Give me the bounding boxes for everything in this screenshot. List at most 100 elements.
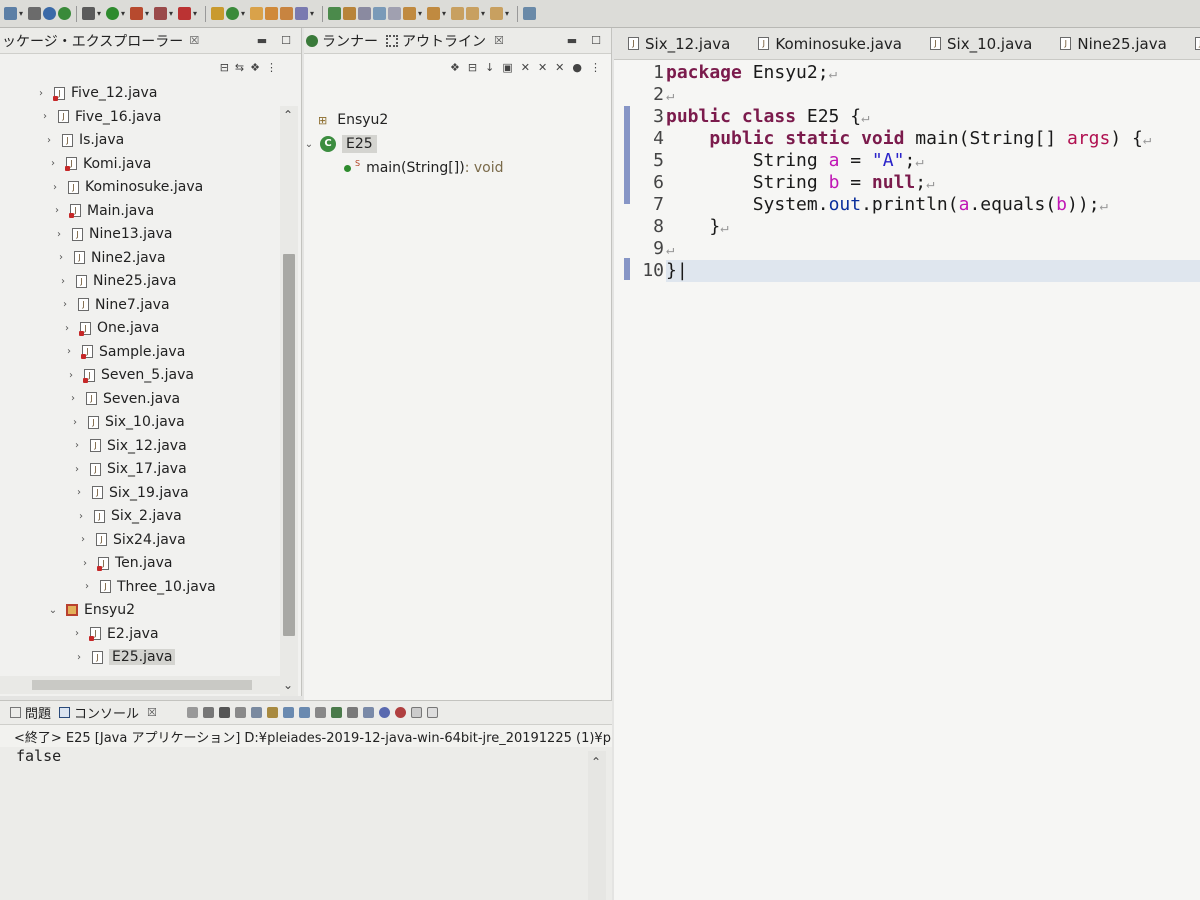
new-icon[interactable] — [4, 7, 17, 20]
mark-occurrences-icon[interactable] — [343, 7, 356, 20]
chevron-right-icon[interactable]: › — [74, 487, 84, 498]
word-wrap-icon[interactable] — [266, 707, 278, 718]
chevron-right-icon[interactable]: › — [66, 370, 76, 381]
hide-local-types-icon[interactable]: ✕ — [555, 61, 564, 74]
stop-icon[interactable] — [178, 7, 191, 20]
tree-item[interactable]: › J Three_10.java — [82, 576, 216, 598]
toggle-breadcrumb-icon[interactable] — [328, 7, 341, 20]
chevron-right-icon[interactable]: › — [70, 417, 80, 428]
scroll-up-icon[interactable]: ⌃ — [591, 755, 601, 769]
search-icon[interactable] — [295, 7, 308, 20]
tab-outline[interactable]: アウトライン — [386, 31, 486, 51]
chevron-right-icon[interactable]: › — [76, 511, 86, 522]
run-last-icon[interactable] — [58, 7, 71, 20]
chevron-right-icon[interactable]: › — [62, 323, 72, 334]
link-with-editor-icon[interactable]: ⇆ — [235, 61, 244, 74]
code-line-current[interactable]: }| — [666, 260, 1200, 282]
code-line[interactable]: public static void main(String[] args) {… — [666, 128, 1200, 150]
tab-problems[interactable]: 問題 — [10, 703, 51, 722]
tree-item[interactable]: › J Five_12.java — [36, 82, 157, 104]
package-explorer-title[interactable]: ッケージ・エクスプローラー — [2, 31, 183, 51]
tab-runner[interactable]: ランナー — [306, 31, 378, 51]
open-console-icon[interactable] — [346, 707, 358, 718]
tree-item[interactable]: › J Seven.java — [68, 388, 180, 410]
chevron-right-icon[interactable]: › — [56, 252, 66, 263]
tree-item[interactable]: › J Five_16.java — [40, 106, 161, 128]
scroll-down-icon[interactable]: ⌄ — [283, 678, 293, 692]
chevron-right-icon[interactable]: › — [80, 558, 90, 569]
hide-static-icon[interactable]: ✕ — [521, 61, 530, 74]
chevron-right-icon[interactable]: › — [68, 393, 78, 404]
collapse-all-icon[interactable]: ⊟ — [468, 61, 477, 74]
chevron-right-icon[interactable]: › — [72, 628, 82, 639]
scrollbar-thumb[interactable] — [283, 254, 295, 636]
tree-item[interactable]: › J Six_2.java — [76, 505, 182, 527]
show-whitespace-icon[interactable] — [388, 7, 401, 20]
outline-class[interactable]: ⌄ C E25 — [304, 132, 377, 156]
save-icon[interactable] — [28, 7, 41, 20]
show-stdout-icon[interactable] — [282, 707, 294, 718]
outline-method[interactable]: S main(String[]) : void — [344, 156, 503, 180]
tree-item[interactable]: › J Ten.java — [80, 552, 172, 574]
editor-tab[interactable]: J Nine25.java — [1046, 28, 1180, 59]
hide-fields-icon[interactable]: ▣ — [502, 61, 512, 74]
chevron-right-icon[interactable]: › — [58, 276, 68, 287]
tree-item[interactable]: › J Nine2.java — [56, 247, 166, 269]
maximize-icon[interactable] — [426, 707, 438, 718]
collapse-all-icon[interactable]: ⊟ — [220, 61, 229, 74]
debug-icon[interactable] — [43, 7, 56, 20]
minimize-icon[interactable] — [410, 707, 422, 718]
outline-package[interactable]: ⊞ Ensyu2 — [318, 108, 388, 132]
block-selection-icon[interactable] — [358, 7, 371, 20]
editor-tab[interactable]: J Kominosuke.java — [744, 28, 916, 59]
new-class-icon[interactable] — [226, 7, 239, 20]
chevron-right-icon[interactable]: › — [36, 88, 46, 99]
console-output[interactable]: false — [16, 747, 61, 765]
chevron-right-icon[interactable]: › — [50, 182, 60, 193]
code-line[interactable]: }↵ — [666, 216, 1200, 238]
forward-icon[interactable] — [490, 7, 503, 20]
editor-tab[interactable]: J Six_12.java — [614, 28, 744, 59]
minimize-icon[interactable]: ▬ — [567, 34, 577, 47]
code-line[interactable]: ↵ — [666, 238, 1200, 260]
scroll-lock-icon[interactable] — [250, 707, 262, 718]
pin-console-icon[interactable] — [314, 707, 326, 718]
editor-tab[interactable]: JEnsy — [1181, 28, 1200, 59]
chevron-down-icon[interactable]: ⌄ — [48, 605, 58, 616]
sort-icon[interactable]: ↓ — [485, 61, 494, 74]
last-edit-icon[interactable] — [451, 7, 464, 20]
coverage-icon[interactable] — [130, 7, 143, 20]
tree-item[interactable]: › J Six_10.java — [70, 411, 185, 433]
close-icon[interactable]: ☒ — [189, 34, 199, 47]
tree-item[interactable]: › J Six24.java — [78, 529, 186, 551]
tree-item[interactable]: › J Nine7.java — [60, 294, 170, 316]
close-icon[interactable]: ☒ — [147, 706, 157, 719]
console-scrollbar[interactable]: ⌃ — [588, 751, 606, 900]
chevron-right-icon[interactable]: › — [40, 111, 50, 122]
tree-item[interactable]: › J Kominosuke.java — [50, 176, 203, 198]
previous-annotation-icon[interactable] — [427, 7, 440, 20]
remove-launch-icon[interactable] — [202, 707, 214, 718]
new-java-project-icon[interactable] — [211, 7, 224, 20]
code-line[interactable]: public class E25 {↵ — [666, 106, 1200, 128]
external-tools-icon[interactable] — [154, 7, 167, 20]
open-resource-icon[interactable] — [280, 7, 293, 20]
horizontal-scrollbar[interactable] — [0, 676, 280, 694]
chevron-down-icon[interactable]: ⌄ — [304, 139, 314, 150]
tree-item[interactable]: › J Komi.java — [48, 153, 151, 175]
chevron-right-icon[interactable]: › — [74, 652, 84, 663]
remove-all-icon[interactable] — [218, 707, 230, 718]
code-line[interactable]: String b = null;↵ — [666, 172, 1200, 194]
open-perspective-icon[interactable] — [523, 7, 536, 20]
stop-console-icon[interactable] — [394, 707, 406, 718]
chevron-right-icon[interactable]: › — [54, 229, 64, 240]
focus-icon[interactable]: ❖ — [450, 61, 460, 74]
editor-tab[interactable]: J Six_10.java — [916, 28, 1046, 59]
open-folder-icon[interactable] — [265, 7, 278, 20]
display-console-icon[interactable] — [330, 707, 342, 718]
chevron-right-icon[interactable]: › — [78, 534, 88, 545]
chevron-right-icon[interactable]: › — [72, 440, 82, 451]
code-line[interactable]: String a = "A";↵ — [666, 150, 1200, 172]
chevron-right-icon[interactable]: › — [52, 205, 62, 216]
word-wrap-icon[interactable] — [373, 7, 386, 20]
